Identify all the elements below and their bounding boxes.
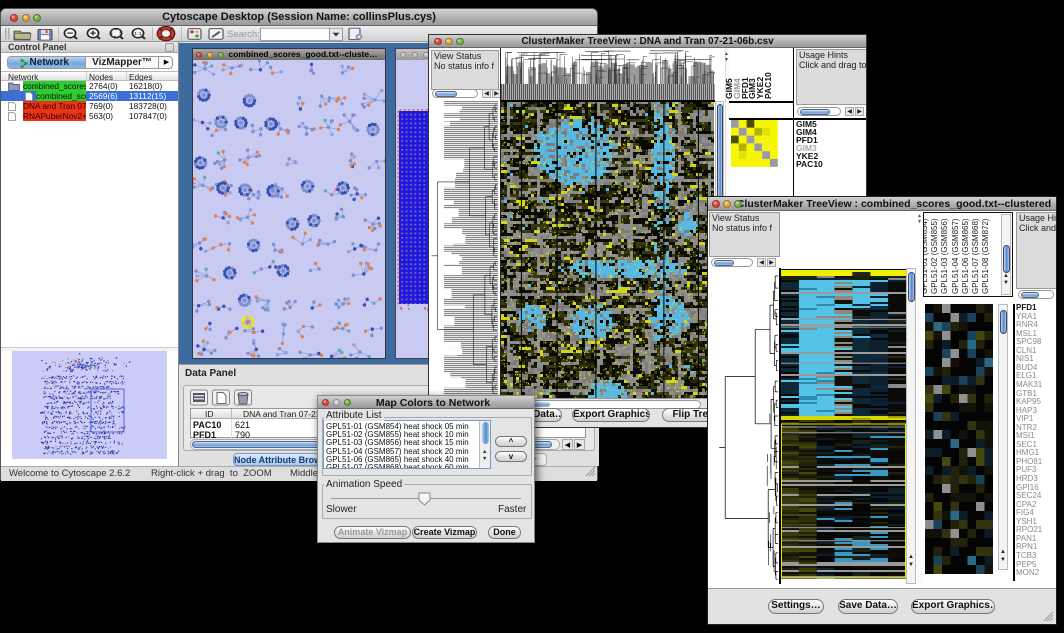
svg-text:1:1: 1:1 <box>134 31 142 36</box>
